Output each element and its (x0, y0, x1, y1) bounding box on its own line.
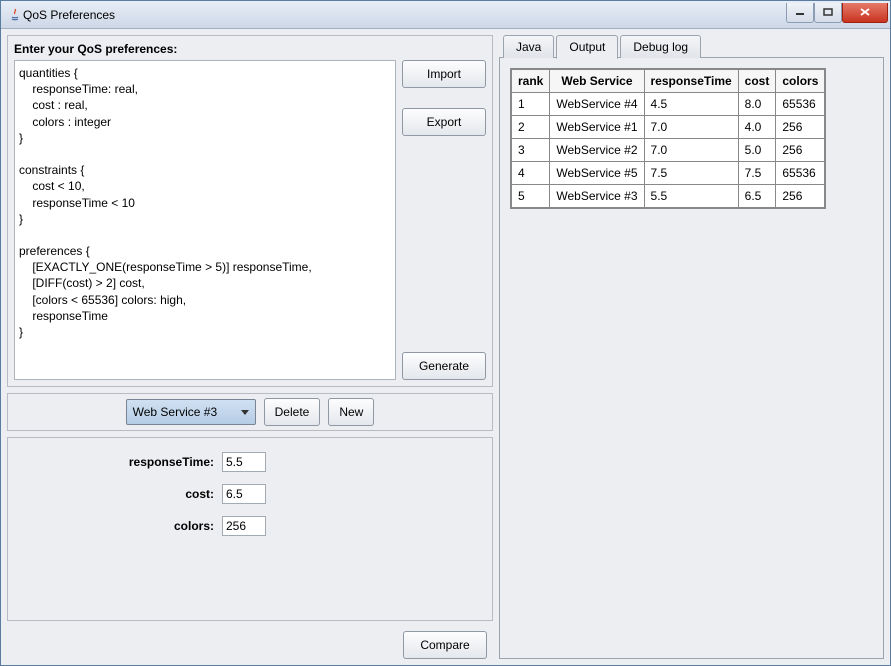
tab-body: rank Web Service responseTime cost color… (499, 57, 884, 659)
tab-debuglog[interactable]: Debug log (620, 35, 701, 58)
table-cell: 2 (511, 116, 550, 139)
table-cell: WebService #1 (550, 116, 644, 139)
window-title: QoS Preferences (23, 8, 786, 22)
cost-input[interactable] (222, 484, 266, 504)
import-button[interactable]: Import (402, 60, 486, 88)
maximize-button[interactable] (814, 3, 842, 23)
table-cell: 65536 (776, 162, 826, 185)
table-cell: 7.0 (644, 139, 738, 162)
tab-java[interactable]: Java (503, 35, 554, 58)
tab-output[interactable]: Output (556, 35, 618, 59)
close-icon (860, 8, 870, 16)
right-column: Java Output Debug log rank Web Service r… (499, 35, 884, 659)
window-buttons (786, 3, 888, 23)
results-table: rank Web Service responseTime cost color… (510, 68, 826, 209)
preferences-box: Enter your QoS preferences: (14, 42, 396, 380)
th-cost: cost (738, 69, 776, 93)
service-form-panel: responseTime: cost: colors: (7, 437, 493, 621)
form-row-colors: colors: (14, 516, 486, 536)
minimize-icon (795, 8, 805, 16)
left-column: Enter your QoS preferences: Import Expor… (7, 35, 493, 659)
th-rank: rank (511, 69, 550, 93)
bottom-bar: Compare (7, 627, 493, 659)
table-cell: 8.0 (738, 93, 776, 116)
side-buttons: Import Export Generate (402, 42, 486, 380)
table-cell: WebService #4 (550, 93, 644, 116)
th-colors: colors (776, 69, 826, 93)
table-cell: WebService #2 (550, 139, 644, 162)
service-dropdown[interactable]: Web Service #3 (126, 399, 256, 425)
table-cell: WebService #3 (550, 185, 644, 209)
table-cell: 7.5 (644, 162, 738, 185)
app-window: QoS Preferences Enter your QoS preferenc… (0, 0, 891, 666)
table-row: 4WebService #57.57.565536 (511, 162, 825, 185)
maximize-icon (823, 8, 833, 16)
cost-label: cost: (74, 487, 214, 501)
minimize-button[interactable] (786, 3, 814, 23)
form-row-cost: cost: (14, 484, 486, 504)
table-cell: WebService #5 (550, 162, 644, 185)
table-cell: 65536 (776, 93, 826, 116)
table-row: 1WebService #44.58.065536 (511, 93, 825, 116)
tabs: Java Output Debug log (499, 35, 884, 58)
delete-button[interactable]: Delete (264, 398, 321, 426)
export-button[interactable]: Export (402, 108, 486, 136)
table-cell: 5.5 (644, 185, 738, 209)
table-cell: 4.0 (738, 116, 776, 139)
generate-button[interactable]: Generate (402, 352, 486, 380)
th-responsetime: responseTime (644, 69, 738, 93)
preferences-label: Enter your QoS preferences: (14, 42, 396, 56)
table-header-row: rank Web Service responseTime cost color… (511, 69, 825, 93)
table-cell: 7.0 (644, 116, 738, 139)
table-cell: 256 (776, 139, 826, 162)
th-webservice: Web Service (550, 69, 644, 93)
table-cell: 256 (776, 185, 826, 209)
content-area: Enter your QoS preferences: Import Expor… (1, 29, 890, 665)
table-row: 3WebService #27.05.0256 (511, 139, 825, 162)
table-cell: 256 (776, 116, 826, 139)
responsetime-label: responseTime: (74, 455, 214, 469)
java-icon (7, 7, 23, 23)
service-dropdown-text: Web Service #3 (133, 405, 235, 419)
close-button[interactable] (842, 3, 888, 23)
table-cell: 7.5 (738, 162, 776, 185)
table-cell: 3 (511, 139, 550, 162)
compare-button[interactable]: Compare (403, 631, 487, 659)
table-row: 5WebService #35.56.5256 (511, 185, 825, 209)
table-body: 1WebService #44.58.0655362WebService #17… (511, 93, 825, 209)
responsetime-input[interactable] (222, 452, 266, 472)
chevron-down-icon (241, 410, 249, 415)
table-cell: 1 (511, 93, 550, 116)
colors-input[interactable] (222, 516, 266, 536)
table-cell: 4.5 (644, 93, 738, 116)
titlebar: QoS Preferences (1, 1, 890, 29)
preferences-panel: Enter your QoS preferences: Import Expor… (7, 35, 493, 387)
table-cell: 6.5 (738, 185, 776, 209)
service-selector-panel: Web Service #3 Delete New (7, 393, 493, 431)
table-cell: 5.0 (738, 139, 776, 162)
table-cell: 4 (511, 162, 550, 185)
table-row: 2WebService #17.04.0256 (511, 116, 825, 139)
spacer (402, 156, 486, 332)
form-row-responsetime: responseTime: (14, 452, 486, 472)
table-cell: 5 (511, 185, 550, 209)
colors-label: colors: (74, 519, 214, 533)
preferences-textarea[interactable] (14, 60, 396, 380)
new-button[interactable]: New (328, 398, 374, 426)
